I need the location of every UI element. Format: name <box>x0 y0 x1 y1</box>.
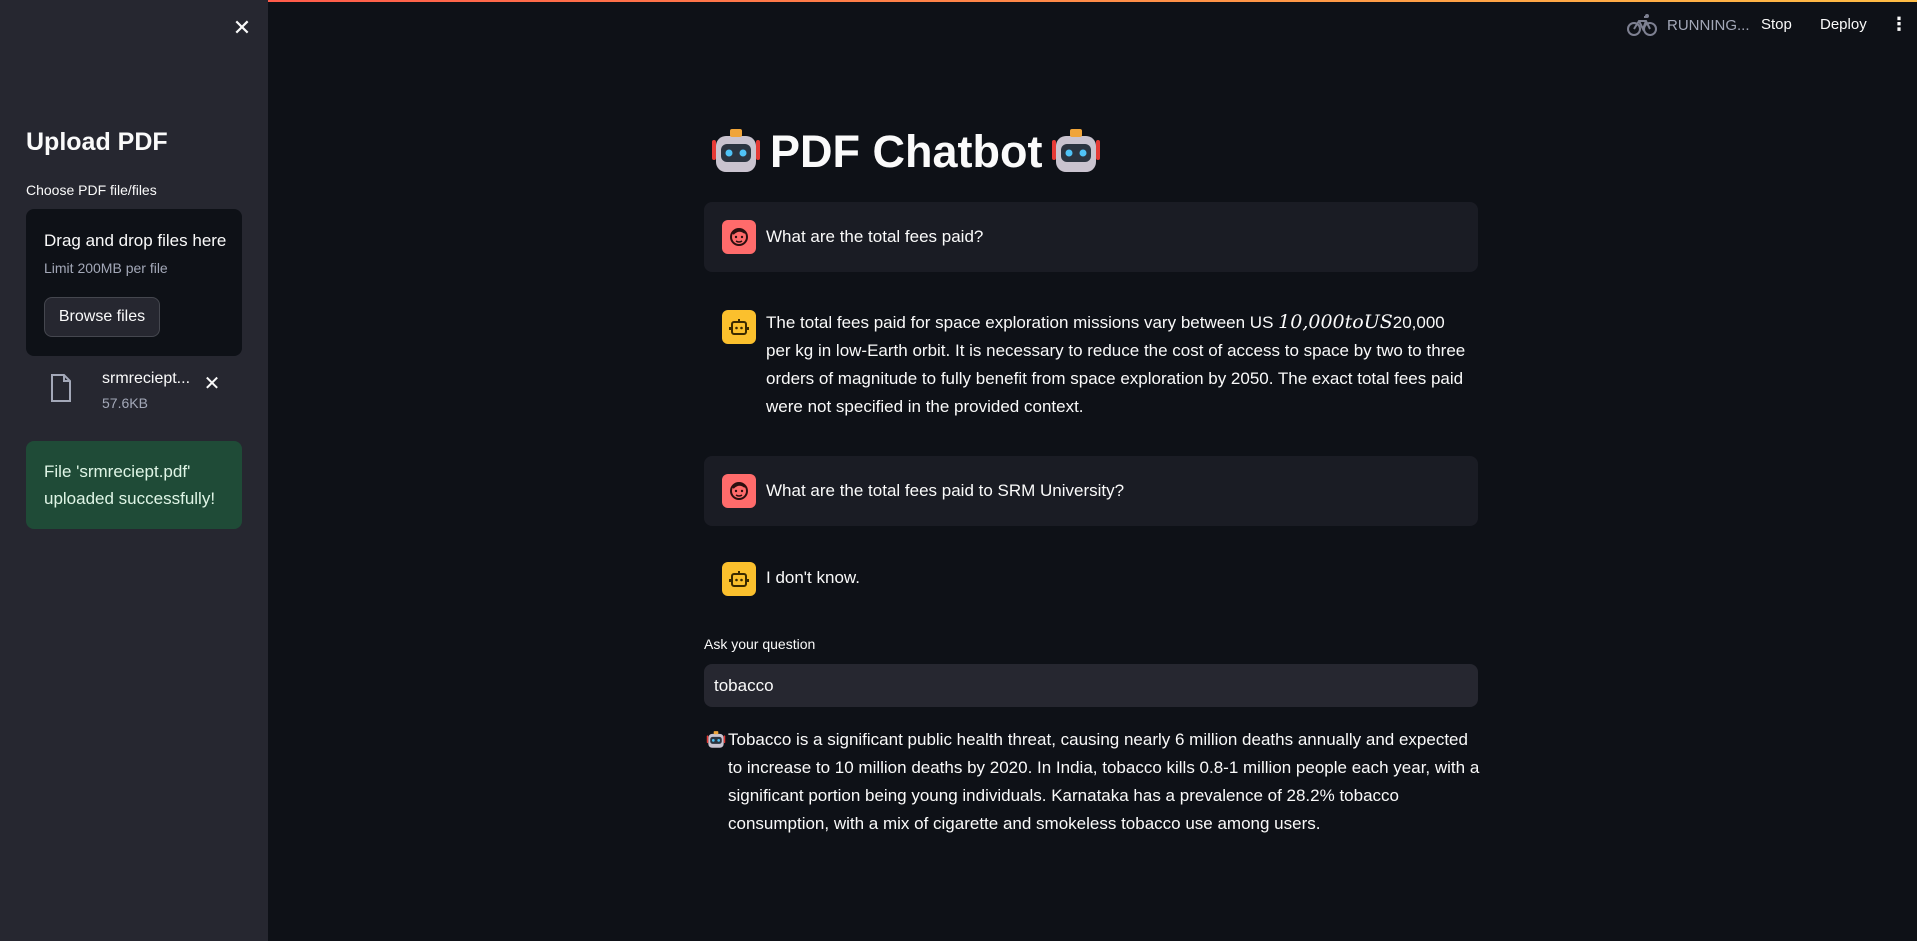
robot-icon <box>712 129 760 172</box>
remove-file-icon[interactable]: ✕ <box>200 372 224 396</box>
message-text-part: The total fees paid for space exploratio… <box>766 313 1279 332</box>
chat-message-bot: I don't know. <box>704 546 1478 612</box>
bot-avatar-icon <box>722 310 756 344</box>
message-text: The total fees paid for space exploratio… <box>766 308 1470 421</box>
chat-message-bot: The total fees paid for space exploratio… <box>704 292 1478 422</box>
file-size: 57.6KB <box>102 395 148 411</box>
chat-message-user: What are the total fees paid to SRM Univ… <box>704 456 1478 526</box>
sidebar: ✕ Upload PDF Choose PDF file/files Drag … <box>0 0 268 941</box>
page-title: PDF Chatbot <box>710 126 1102 178</box>
dropzone-limit: Limit 200MB per file <box>44 260 168 276</box>
bicycle-icon <box>1627 14 1657 36</box>
message-text: What are the total fees paid? <box>766 227 984 246</box>
sidebar-title: Upload PDF <box>26 128 168 156</box>
question-input[interactable] <box>704 664 1478 707</box>
robot-icon <box>706 731 726 748</box>
deploy-button[interactable]: Deploy <box>1820 16 1867 33</box>
upload-success-alert: File 'srmreciept.pdf' uploaded successfu… <box>26 441 242 529</box>
question-label: Ask your question <box>704 636 816 652</box>
bot-avatar-icon <box>722 562 756 596</box>
message-math: 10,000toUS <box>1278 311 1393 333</box>
dropzone-title: Drag and drop files here <box>44 231 227 250</box>
stop-button[interactable]: Stop <box>1761 16 1792 33</box>
file-name: srmreciept... <box>102 370 191 387</box>
message-text: What are the total fees paid to SRM Univ… <box>766 481 1125 500</box>
user-avatar-icon <box>722 220 756 254</box>
main-menu-icon[interactable]: ⋮ <box>1890 14 1908 35</box>
status-text: RUNNING... <box>1667 16 1750 34</box>
robot-icon <box>1052 129 1101 172</box>
message-text: I don't know. <box>766 568 860 587</box>
top-decoration-bar <box>0 0 1917 2</box>
title-text: PDF Chatbot <box>770 126 1043 177</box>
user-avatar-icon <box>722 474 756 508</box>
answer-text: Tobacco is a significant public health t… <box>728 730 1480 833</box>
browse-files-button[interactable]: Browse files <box>44 297 160 337</box>
file-icon <box>51 374 71 402</box>
uploaded-file-item: srmreciept... 57.6KB ✕ <box>26 368 242 416</box>
uploader-label: Choose PDF file/files <box>26 182 157 198</box>
close-sidebar-icon[interactable]: ✕ <box>230 16 254 40</box>
chat-message-user: What are the total fees paid? <box>704 202 1478 272</box>
file-dropzone[interactable]: Drag and drop files here Limit 200MB per… <box>26 209 242 356</box>
running-status: RUNNING... <box>1627 13 1750 37</box>
